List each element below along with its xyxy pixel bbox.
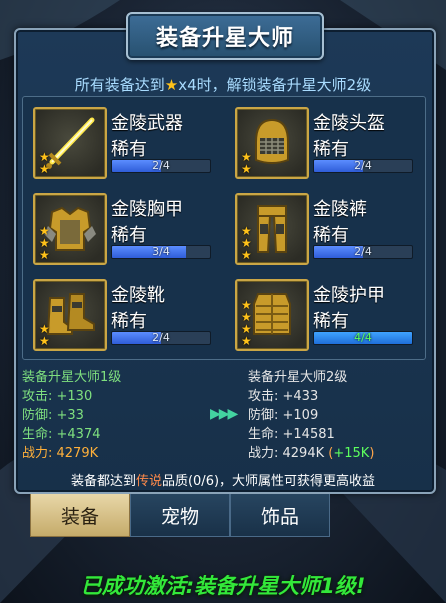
star-rating: ★ ★ ★ xyxy=(241,224,252,262)
current-defense: 防御: +33 xyxy=(22,408,84,423)
progress-text: 2/4 xyxy=(152,159,170,172)
star-rating: ★ ★ xyxy=(241,150,252,176)
page-title: 装备升星大师 xyxy=(155,26,294,51)
progress-text: 2/4 xyxy=(354,159,372,172)
next-hp: 生命: +14581 xyxy=(248,427,335,442)
star-rating: ★ ★ ★ ★ xyxy=(241,298,252,348)
current-level-header: 装备升星大师1级 xyxy=(22,370,122,385)
item-rarity: 稀有 xyxy=(111,225,147,246)
equipment-slot-helmet[interactable]: ★ ★ 金陵头盔 稀有 2/4 xyxy=(227,101,417,179)
next-attack: 攻击: +433 xyxy=(248,389,319,404)
progress-text: 4/4 xyxy=(354,331,372,344)
progress-bar: 3/4 xyxy=(111,245,211,259)
star-rating: ★ ★ xyxy=(39,150,50,176)
item-icon-frame: ★ ★ ★ xyxy=(235,193,309,265)
equipment-slot-boots[interactable]: ★ ★ 金陵靴 稀有 2/4 xyxy=(25,273,215,351)
progress-bar: 2/4 xyxy=(313,159,413,173)
equipment-slot-weapon[interactable]: ★ ★ 金陵武器 稀有 2/4 xyxy=(25,101,215,179)
current-hp: 生命: +4374 xyxy=(22,427,101,442)
note-highlight: 传说 xyxy=(135,474,162,489)
item-icon-frame: ★ ★ ★ ★ xyxy=(235,279,309,351)
next-power: 战力: 4294K xyxy=(248,446,325,461)
activation-toast: 已成功激活:装备升星大师1级! xyxy=(80,574,366,598)
tab-pets[interactable]: 宠物 xyxy=(130,494,230,537)
current-attack: 攻击: +130 xyxy=(22,389,93,404)
unlock-suffix: x4时，解锁装备升星大师2级 xyxy=(178,76,372,94)
item-icon-frame: ★ ★ xyxy=(235,107,309,179)
current-level-stats: 装备升星大师1级 攻击: +130 防御: +33 生命: +4374 战力: … xyxy=(22,368,121,463)
equipment-slot-pants[interactable]: ★ ★ ★ 金陵裤 稀有 2/4 xyxy=(227,187,417,265)
equipment-slot-armor[interactable]: ★ ★ ★ ★ 金陵护甲 稀有 4/4 xyxy=(227,273,417,351)
arrow-indicator-icon: ▶▶▶ xyxy=(210,406,238,422)
next-level-stats: 装备升星大师2级 攻击: +433 防御: +109 生命: +14581 战力… xyxy=(248,368,374,463)
item-rarity: 稀有 xyxy=(313,139,349,160)
note-suffix: 品质(0/6)，大师属性可获得更高收益 xyxy=(161,474,376,489)
progress-bar: 2/4 xyxy=(111,159,211,173)
equipment-slot-chest[interactable]: ★ ★ ★ 金陵胸甲 稀有 3/4 xyxy=(25,187,215,265)
quality-note: 装备都达到传说品质(0/6)，大师属性可获得更高收益 xyxy=(16,470,430,489)
star-rating: ★ ★ ★ xyxy=(39,224,50,262)
next-power-row: 战力: 4294K (+15K) xyxy=(248,444,374,463)
item-icon-frame: ★ ★ ★ xyxy=(33,193,107,265)
tab-equipment[interactable]: 装备 xyxy=(30,494,130,537)
title-plate: 装备升星大师 xyxy=(126,12,324,60)
item-name: 金陵护甲 xyxy=(313,285,385,306)
progress-text: 2/4 xyxy=(354,245,372,258)
unlock-prefix: 所有装备达到 xyxy=(74,76,165,94)
note-prefix: 装备都达到 xyxy=(70,474,136,489)
next-level-header: 装备升星大师2级 xyxy=(248,370,348,385)
item-name: 金陵胸甲 xyxy=(111,199,183,220)
progress-bar: 4/4 xyxy=(313,331,413,345)
item-name: 金陵靴 xyxy=(111,285,165,306)
item-rarity: 稀有 xyxy=(111,139,147,160)
power-bonus: +15K xyxy=(333,446,370,461)
progress-text: 2/4 xyxy=(152,331,170,344)
next-defense: 防御: +109 xyxy=(248,408,319,423)
progress-text: 3/4 xyxy=(152,245,170,258)
tab-accessories[interactable]: 饰品 xyxy=(230,494,330,537)
item-rarity: 稀有 xyxy=(111,311,147,332)
star-icon: ★ xyxy=(164,76,179,94)
current-power: 战力: 4279K xyxy=(22,446,99,461)
star-rating: ★ ★ xyxy=(39,322,50,348)
item-rarity: 稀有 xyxy=(313,225,349,246)
item-name: 金陵裤 xyxy=(313,199,367,220)
item-rarity: 稀有 xyxy=(313,311,349,332)
unlock-condition: 所有装备达到★x4时，解锁装备升星大师2级 xyxy=(16,74,430,95)
progress-bar: 2/4 xyxy=(111,331,211,345)
power-bonus-close: ) xyxy=(369,446,375,461)
item-icon-frame: ★ ★ xyxy=(33,279,107,351)
item-name: 金陵武器 xyxy=(111,113,183,134)
equipment-grid: ★ ★ 金陵武器 稀有 2/4 ★ ★ 金陵头盔 稀有 2/4 ★ ★ ★ 金陵… xyxy=(22,96,426,360)
item-name: 金陵头盔 xyxy=(313,113,385,134)
item-icon-frame: ★ ★ xyxy=(33,107,107,179)
progress-bar: 2/4 xyxy=(313,245,413,259)
